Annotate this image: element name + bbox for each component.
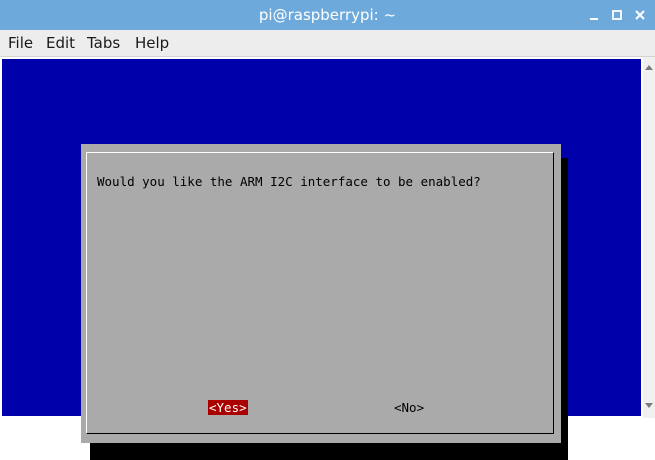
yes-button[interactable]: <Yes> [208,400,248,415]
dialog-frame [86,152,554,434]
maximize-icon [612,10,622,20]
menu-file[interactable]: File [8,30,33,56]
minimize-button[interactable] [587,8,601,22]
terminal-area[interactable]: Would you like the ARM I2C interface to … [0,57,655,460]
scroll-down-arrow-icon[interactable] [645,403,653,408]
no-button[interactable]: <No> [393,400,425,415]
maximize-button[interactable] [610,8,624,22]
i2c-confirm-dialog: Would you like the ARM I2C interface to … [81,144,561,443]
close-button[interactable] [633,8,647,22]
menu-help[interactable]: Help [135,30,169,56]
menu-bar: File Edit Tabs Help [0,30,655,57]
terminal-scrollbar[interactable] [643,57,655,418]
close-icon [635,10,645,20]
scroll-up-arrow-icon[interactable] [645,65,653,70]
minimize-icon [590,18,598,20]
menu-tabs[interactable]: Tabs [87,30,120,56]
window-titlebar: pi@raspberrypi: ~ [0,0,655,30]
window-title: pi@raspberrypi: ~ [258,6,397,24]
menu-edit[interactable]: Edit [46,30,75,56]
dialog-message: Would you like the ARM I2C interface to … [97,174,481,189]
